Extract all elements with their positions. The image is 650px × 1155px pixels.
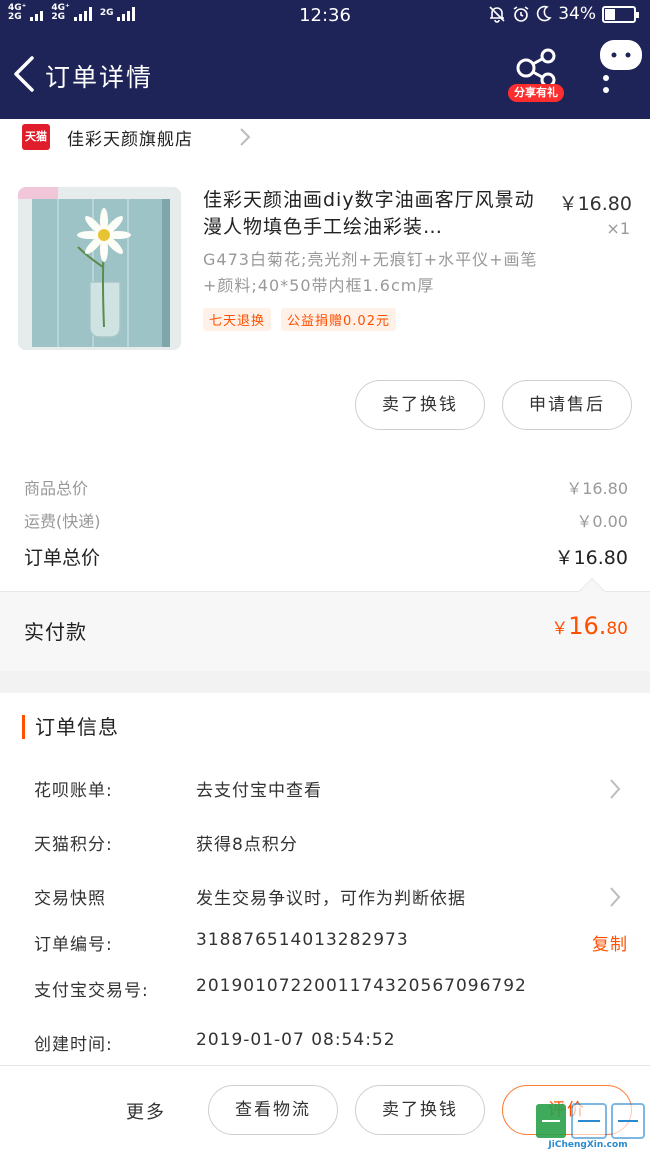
chevron-right-icon bbox=[610, 887, 621, 907]
product-title[interactable]: 佳彩天颜油画diy数字油画客厅风景动漫人物填色手工绘油彩装… bbox=[203, 187, 548, 241]
points-value: 获得8点积分 bbox=[196, 835, 298, 855]
payment-integer: 16. bbox=[568, 612, 607, 640]
order-number-row: 订单编号: 318876514013282973 复制 bbox=[0, 930, 650, 960]
goods-total-label: 商品总价 bbox=[24, 479, 89, 498]
payment-decimal: 80 bbox=[606, 619, 628, 639]
nav-bar: 订单详情 分享有礼 bbox=[0, 34, 650, 119]
shipping-label: 运费(快递) bbox=[24, 512, 101, 531]
order-total-label: 订单总价 bbox=[24, 547, 101, 569]
share-reward-badge: 分享有礼 bbox=[508, 84, 564, 102]
tag-seven-day-return: 七天退换 bbox=[203, 308, 272, 331]
currency-symbol: ￥ bbox=[551, 619, 569, 639]
huabei-row[interactable]: 花呗账单: 去支付宝中查看 bbox=[0, 776, 650, 806]
chevron-right-icon bbox=[610, 779, 621, 799]
tmall-points-row: 天猫积分: 获得8点积分 bbox=[0, 830, 650, 860]
order-number-value: 318876514013282973 bbox=[196, 930, 409, 950]
battery-level bbox=[605, 8, 616, 20]
battery-percent: 34% bbox=[558, 4, 596, 24]
app-header: 4G⁺ 2G 4G⁺ 2G 2G 12:36 34% 订单详情 分享有礼 bbox=[0, 0, 650, 119]
created-time-value: 2019-01-07 08:54:52 bbox=[196, 1030, 396, 1050]
tag-charity: 公益捐赠0.02元 bbox=[281, 308, 396, 331]
pay-notch bbox=[577, 577, 607, 607]
order-info-title: 订单信息 bbox=[22, 715, 119, 739]
sell-button[interactable]: 卖了换钱 bbox=[355, 380, 485, 430]
actual-payment-label: 实付款 bbox=[24, 620, 87, 644]
product-quantity: ×1 bbox=[606, 219, 630, 238]
moon-icon bbox=[536, 5, 552, 22]
view-logistics-button[interactable]: 查看物流 bbox=[208, 1085, 338, 1135]
tmall-logo: 天猫 bbox=[22, 124, 50, 150]
goods-total-row: 商品总价 ￥16.80 bbox=[0, 475, 650, 498]
actual-payment-value: ￥16.80 bbox=[551, 612, 628, 640]
huabei-value: 去支付宝中查看 bbox=[196, 781, 322, 801]
created-time-row: 创建时间: 2019-01-07 08:54:52 bbox=[0, 1030, 650, 1060]
product-sku: G473白菊花;亮光剂+无痕钉+水平仪+画笔+颜料;40*50带内框1.6cm厚 bbox=[203, 250, 538, 295]
shipping-value: ￥0.00 bbox=[576, 512, 628, 531]
actual-payment-box: 实付款 ￥16.80 bbox=[0, 577, 650, 671]
shop-row[interactable]: 天猫 佳彩天颜旗舰店 bbox=[0, 119, 650, 155]
snapshot-value: 发生交易争议时，可作为判断依据 bbox=[196, 889, 466, 909]
huabei-label: 花呗账单: bbox=[34, 781, 113, 801]
chevron-right-icon bbox=[240, 128, 251, 146]
more-button[interactable]: 更多 bbox=[126, 1098, 166, 1124]
alipay-number-label: 支付宝交易号: bbox=[34, 981, 149, 1001]
share-button[interactable]: 分享有礼 bbox=[508, 48, 564, 104]
status-icons: 34% bbox=[488, 4, 639, 24]
created-time-label: 创建时间: bbox=[34, 1035, 113, 1055]
snapshot-label: 交易快照 bbox=[34, 889, 106, 909]
order-detail-content: 天猫 佳彩天颜旗舰店 佳彩天颜油画diy数字油画客厅风景动漫人物填色手工绘油彩装… bbox=[0, 119, 650, 1065]
shipping-row: 运费(快递) ￥0.00 bbox=[0, 508, 650, 531]
section-divider bbox=[0, 671, 650, 693]
watermark-text: JiChengXin.com bbox=[548, 1140, 628, 1150]
alipay-number-value: 2019010722001174320567096792 bbox=[196, 976, 527, 996]
alipay-number-row: 支付宝交易号: 2019010722001174320567096792 bbox=[0, 976, 650, 1006]
status-bar: 4G⁺ 2G 4G⁺ 2G 2G 12:36 34% bbox=[0, 0, 650, 34]
back-arrow-icon[interactable] bbox=[10, 54, 38, 94]
sell-button-bottom[interactable]: 卖了换钱 bbox=[355, 1085, 485, 1135]
product-price: ￥16.80 bbox=[558, 193, 632, 215]
order-total-value: ￥16.80 bbox=[554, 547, 628, 569]
points-label: 天猫积分: bbox=[34, 835, 113, 855]
share-icon bbox=[516, 48, 556, 88]
goods-total-value: ￥16.80 bbox=[566, 479, 628, 498]
product-image[interactable] bbox=[18, 187, 181, 350]
order-number-label: 订单编号: bbox=[34, 935, 113, 955]
page-title: 订单详情 bbox=[45, 63, 154, 92]
after-sale-button[interactable]: 申请售后 bbox=[502, 380, 632, 430]
service-tags: 七天退换 公益捐赠0.02元 bbox=[203, 308, 396, 331]
mute-bell-icon bbox=[489, 6, 505, 23]
alarm-icon bbox=[513, 6, 529, 22]
snapshot-row[interactable]: 交易快照 发生交易争议时，可作为判断依据 bbox=[0, 884, 650, 914]
more-options-icon[interactable] bbox=[596, 38, 644, 98]
daisy-painting-image bbox=[18, 187, 181, 350]
copy-order-number-button[interactable]: 复制 bbox=[592, 930, 628, 955]
shop-name: 佳彩天颜旗舰店 bbox=[67, 130, 193, 150]
battery-icon bbox=[602, 5, 639, 23]
order-total-row: 订单总价 ￥16.80 bbox=[0, 543, 650, 569]
